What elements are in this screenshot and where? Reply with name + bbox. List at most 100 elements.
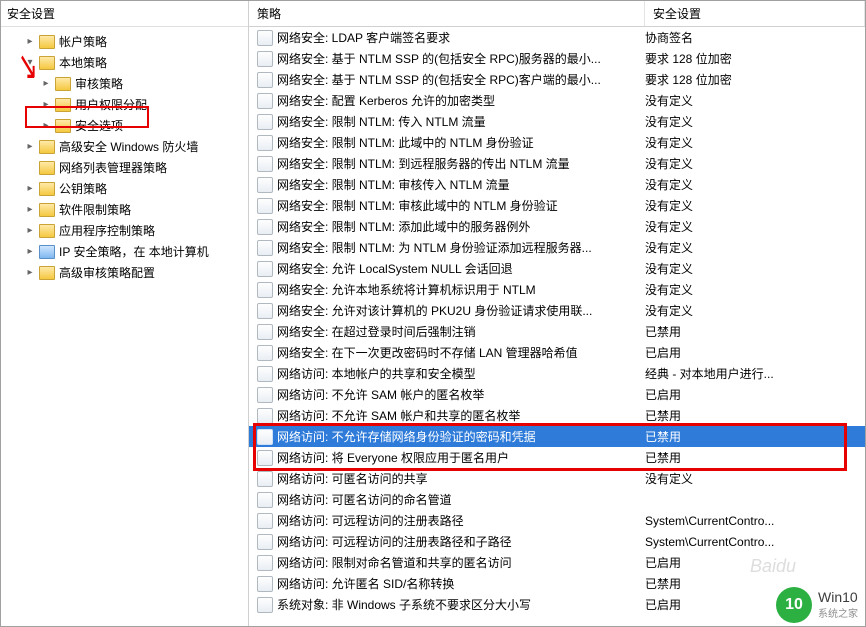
policy-row[interactable]: 网络安全: 基于 NTLM SSP 的(包括安全 RPC)客户端的最小...要求… xyxy=(249,69,865,90)
expand-icon[interactable]: ▸ xyxy=(39,98,53,112)
collapse-icon[interactable]: ▾ xyxy=(23,56,37,70)
tree-panel: 安全设置 ▸帐户策略▾本地策略 ▸ 审核策略 ▸ 用户权限分配 ▸ 安全选项 ▸高级安全 Wi… xyxy=(1,1,249,626)
policy-row[interactable]: 网络访问: 可远程访问的注册表路径System\CurrentContro... xyxy=(249,510,865,531)
policy-row[interactable]: 网络访问: 将 Everyone 权限应用于匿名用户已禁用 xyxy=(249,447,865,468)
policy-row[interactable]: 系统对象: 非 Windows 子系统不要求区分大小写已启用 xyxy=(249,594,865,615)
folder-icon xyxy=(39,224,55,238)
policy-icon xyxy=(257,282,273,298)
folder-icon xyxy=(55,77,71,91)
policy-setting: 已禁用 xyxy=(645,323,865,340)
policy-row[interactable]: 网络安全: 允许对该计算机的 PKU2U 身份验证请求使用联...没有定义 xyxy=(249,300,865,321)
policy-row[interactable]: 网络访问: 不允许 SAM 帐户和共享的匿名枚举已禁用 xyxy=(249,405,865,426)
tree-node[interactable]: ▸ 公钥策略 xyxy=(1,178,248,199)
tree-node[interactable]: ▸ 用户权限分配 xyxy=(1,94,248,115)
policy-icon xyxy=(257,324,273,340)
policy-row[interactable]: 网络安全: 限制 NTLM: 此域中的 NTLM 身份验证没有定义 xyxy=(249,132,865,153)
tree-node[interactable]: ▸软件限制策略 xyxy=(1,199,248,220)
expand-icon[interactable]: ▸ xyxy=(23,182,37,196)
policy-row[interactable]: 网络访问: 可匿名访问的共享没有定义 xyxy=(249,468,865,489)
policy-setting: 没有定义 xyxy=(645,197,865,214)
policy-name: 网络访问: 可匿名访问的共享 xyxy=(277,470,645,487)
column-header-setting[interactable]: 安全设置 xyxy=(645,1,865,26)
policy-row[interactable]: 网络访问: 不允许 SAM 帐户的匿名枚举已启用 xyxy=(249,384,865,405)
folder-icon xyxy=(55,119,71,133)
policy-row[interactable]: 网络安全: 配置 Kerberos 允许的加密类型没有定义 xyxy=(249,90,865,111)
tree-node[interactable]: ▸帐户策略 xyxy=(1,31,248,52)
policy-icon xyxy=(257,429,273,445)
tree-node[interactable]: ▸ 应用程序控制策略 xyxy=(1,220,248,241)
policy-row[interactable]: 网络安全: 允许 LocalSystem NULL 会话回退没有定义 xyxy=(249,258,865,279)
tree-node[interactable]: ▸高级审核策略配置 xyxy=(1,262,248,283)
tree-node-label: 公钥策略 xyxy=(59,180,107,197)
policy-name: 网络访问: 允许匿名 SID/名称转换 xyxy=(277,575,645,592)
policy-row[interactable]: 网络安全: 基于 NTLM SSP 的(包括安全 RPC)服务器的最小...要求… xyxy=(249,48,865,69)
policy-setting: 经典 - 对本地用户进行... xyxy=(645,365,865,382)
policy-icon xyxy=(257,303,273,319)
expand-icon[interactable]: ▸ xyxy=(23,224,37,238)
list-body[interactable]: 网络安全: LDAP 客户端签名要求协商签名网络安全: 基于 NTLM SSP … xyxy=(249,27,865,626)
policy-row[interactable]: 网络安全: 限制 NTLM: 传入 NTLM 流量没有定义 xyxy=(249,111,865,132)
policy-row[interactable]: 网络安全: LDAP 客户端签名要求协商签名 xyxy=(249,27,865,48)
expand-icon[interactable]: ▸ xyxy=(39,77,53,91)
tree-body: ▸帐户策略▾本地策略 ▸ 审核策略 ▸ 用户权限分配 ▸ 安全选项 ▸高级安全 Windows… xyxy=(1,27,248,287)
policy-name: 网络安全: 基于 NTLM SSP 的(包括安全 RPC)客户端的最小... xyxy=(277,71,645,88)
policy-setting: 已启用 xyxy=(645,344,865,361)
tree-node-label: 用户权限分配 xyxy=(75,96,147,113)
expand-icon[interactable]: ▸ xyxy=(23,245,37,259)
expand-icon[interactable]: ▸ xyxy=(23,203,37,217)
policy-icon xyxy=(257,387,273,403)
policy-row[interactable]: 网络安全: 限制 NTLM: 审核此域中的 NTLM 身份验证没有定义 xyxy=(249,195,865,216)
policy-row[interactable]: 网络安全: 限制 NTLM: 为 NTLM 身份验证添加远程服务器...没有定义 xyxy=(249,237,865,258)
policy-setting: 没有定义 xyxy=(645,113,865,130)
policy-icon xyxy=(257,72,273,88)
policy-row[interactable]: 网络安全: 限制 NTLM: 审核传入 NTLM 流量没有定义 xyxy=(249,174,865,195)
policy-row[interactable]: 网络安全: 限制 NTLM: 到远程服务器的传出 NTLM 流量没有定义 xyxy=(249,153,865,174)
tree-node[interactable]: 网络列表管理器策略 xyxy=(1,157,248,178)
tree-node-label: 网络列表管理器策略 xyxy=(59,159,167,176)
column-header-policy[interactable]: 策略 xyxy=(249,1,645,26)
folder-icon xyxy=(39,140,55,154)
policy-setting: 协商签名 xyxy=(645,29,865,46)
policy-icon xyxy=(257,156,273,172)
policy-icon xyxy=(257,471,273,487)
tree-node[interactable]: ▸ IP 安全策略，在 本地计算机 xyxy=(1,241,248,262)
expand-icon[interactable]: ▸ xyxy=(23,35,37,49)
folder-icon xyxy=(39,266,55,280)
policy-setting: 要求 128 位加密 xyxy=(645,71,865,88)
policy-row[interactable]: 网络安全: 在超过登录时间后强制注销已禁用 xyxy=(249,321,865,342)
tree-node[interactable]: ▾本地策略 xyxy=(1,52,248,73)
policy-row[interactable]: 网络访问: 不允许存储网络身份验证的密码和凭据已禁用 xyxy=(249,426,865,447)
expand-icon[interactable]: ▸ xyxy=(39,119,53,133)
policy-row[interactable]: 网络访问: 限制对命名管道和共享的匿名访问已启用 xyxy=(249,552,865,573)
folder-icon xyxy=(39,182,55,196)
policy-setting: 已禁用 xyxy=(645,407,865,424)
expand-icon[interactable]: ▸ xyxy=(23,140,37,154)
tree-node[interactable]: ▸ 审核策略 xyxy=(1,73,248,94)
policy-row[interactable]: 网络安全: 限制 NTLM: 添加此域中的服务器例外没有定义 xyxy=(249,216,865,237)
policy-row[interactable]: 网络安全: 允许本地系统将计算机标识用于 NTLM没有定义 xyxy=(249,279,865,300)
policy-setting: 没有定义 xyxy=(645,470,865,487)
policy-row[interactable]: 网络访问: 可远程访问的注册表路径和子路径System\CurrentContr… xyxy=(249,531,865,552)
policy-icon xyxy=(257,93,273,109)
policy-row[interactable]: 网络安全: 在下一次更改密码时不存储 LAN 管理器哈希值已启用 xyxy=(249,342,865,363)
folder-icon xyxy=(39,203,55,217)
policy-name: 网络访问: 限制对命名管道和共享的匿名访问 xyxy=(277,554,645,571)
tree-node-label: 审核策略 xyxy=(75,75,123,92)
policy-row[interactable]: 网络访问: 本地帐户的共享和安全模型经典 - 对本地用户进行... xyxy=(249,363,865,384)
policy-setting: 没有定义 xyxy=(645,176,865,193)
policy-row[interactable]: 网络访问: 可匿名访问的命名管道 xyxy=(249,489,865,510)
policy-icon xyxy=(257,219,273,235)
tree-node[interactable]: ▸高级安全 Windows 防火墙 xyxy=(1,136,248,157)
window-root: 安全设置 ▸帐户策略▾本地策略 ▸ 审核策略 ▸ 用户权限分配 ▸ 安全选项 ▸高级安全 Wi… xyxy=(0,0,866,627)
policy-row[interactable]: 网络访问: 允许匿名 SID/名称转换已禁用 xyxy=(249,573,865,594)
tree-node-label: 应用程序控制策略 xyxy=(59,222,155,239)
watermark-line1: Win10 xyxy=(818,590,858,605)
expand-icon[interactable]: ▸ xyxy=(23,266,37,280)
tree-node[interactable]: ▸ 安全选项 xyxy=(1,115,248,136)
ip-policy-icon xyxy=(39,245,55,259)
tree-header[interactable]: 安全设置 xyxy=(1,1,248,27)
policy-setting: System\CurrentContro... xyxy=(645,535,865,549)
tree-node-label: IP 安全策略，在 本地计算机 xyxy=(59,243,209,260)
policy-name: 网络安全: 限制 NTLM: 传入 NTLM 流量 xyxy=(277,113,645,130)
tree-node-label: 安全选项 xyxy=(75,117,123,134)
